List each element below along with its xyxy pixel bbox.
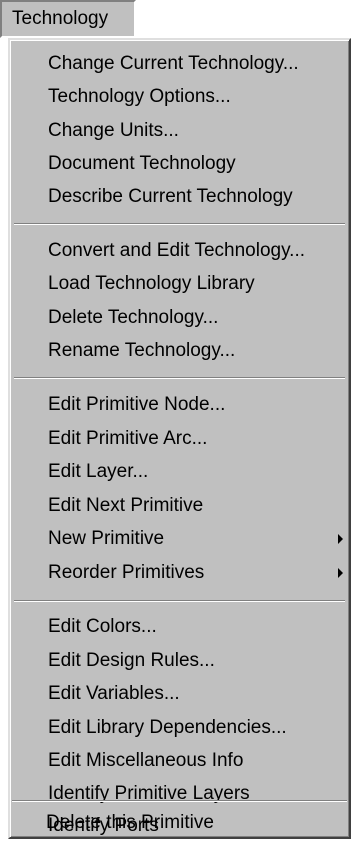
menu-item-load-technology-library[interactable]: Load Technology Library — [10, 267, 349, 300]
menu-item-document-technology[interactable]: Document Technology — [10, 147, 349, 180]
menu-item-delete-technology[interactable]: Delete Technology... — [10, 301, 349, 334]
submenu-arrow-icon — [338, 534, 343, 544]
menu-item-change-units[interactable]: Change Units... — [10, 114, 349, 147]
technology-dropdown-menu: Change Current Technology... Technology … — [8, 38, 351, 839]
menu-item-convert-and-edit-technology[interactable]: Convert and Edit Technology... — [10, 234, 349, 267]
menu-item-edit-colors[interactable]: Edit Colors... — [10, 610, 349, 643]
menu-item-edit-variables[interactable]: Edit Variables... — [10, 677, 349, 710]
menu-separator — [12, 800, 347, 802]
menu-separator — [14, 377, 345, 379]
technology-menu-title[interactable]: Technology — [0, 0, 136, 38]
submenu-arrow-icon — [338, 568, 343, 578]
menu-item-reorder-primitives[interactable]: Reorder Primitives — [10, 556, 349, 589]
menu-item-label: Reorder Primitives — [48, 562, 205, 583]
menu-item-edit-next-primitive[interactable]: Edit Next Primitive — [10, 489, 349, 522]
menu-item-change-current-technology[interactable]: Change Current Technology... — [10, 47, 349, 80]
menu-item-rename-technology[interactable]: Rename Technology... — [10, 334, 349, 367]
menu-separator — [14, 223, 345, 225]
menu-item-edit-layer[interactable]: Edit Layer... — [10, 455, 349, 488]
menu-item-edit-miscellaneous-info[interactable]: Edit Miscellaneous Info — [10, 744, 349, 777]
menu-item-new-primitive[interactable]: New Primitive — [10, 522, 349, 555]
menu-item-delete-this-primitive[interactable]: Delete this Primitive — [8, 806, 351, 839]
menu-item-label: New Primitive — [48, 528, 165, 549]
menu-separator — [14, 600, 345, 602]
menu-item-technology-options[interactable]: Technology Options... — [10, 80, 349, 113]
menu-item-describe-current-technology[interactable]: Describe Current Technology — [10, 180, 349, 213]
menu-item-edit-primitive-node[interactable]: Edit Primitive Node... — [10, 388, 349, 421]
menu-item-edit-design-rules[interactable]: Edit Design Rules... — [10, 644, 349, 677]
menu-item-edit-library-dependencies[interactable]: Edit Library Dependencies... — [10, 711, 349, 744]
menu-item-edit-primitive-arc[interactable]: Edit Primitive Arc... — [10, 422, 349, 455]
